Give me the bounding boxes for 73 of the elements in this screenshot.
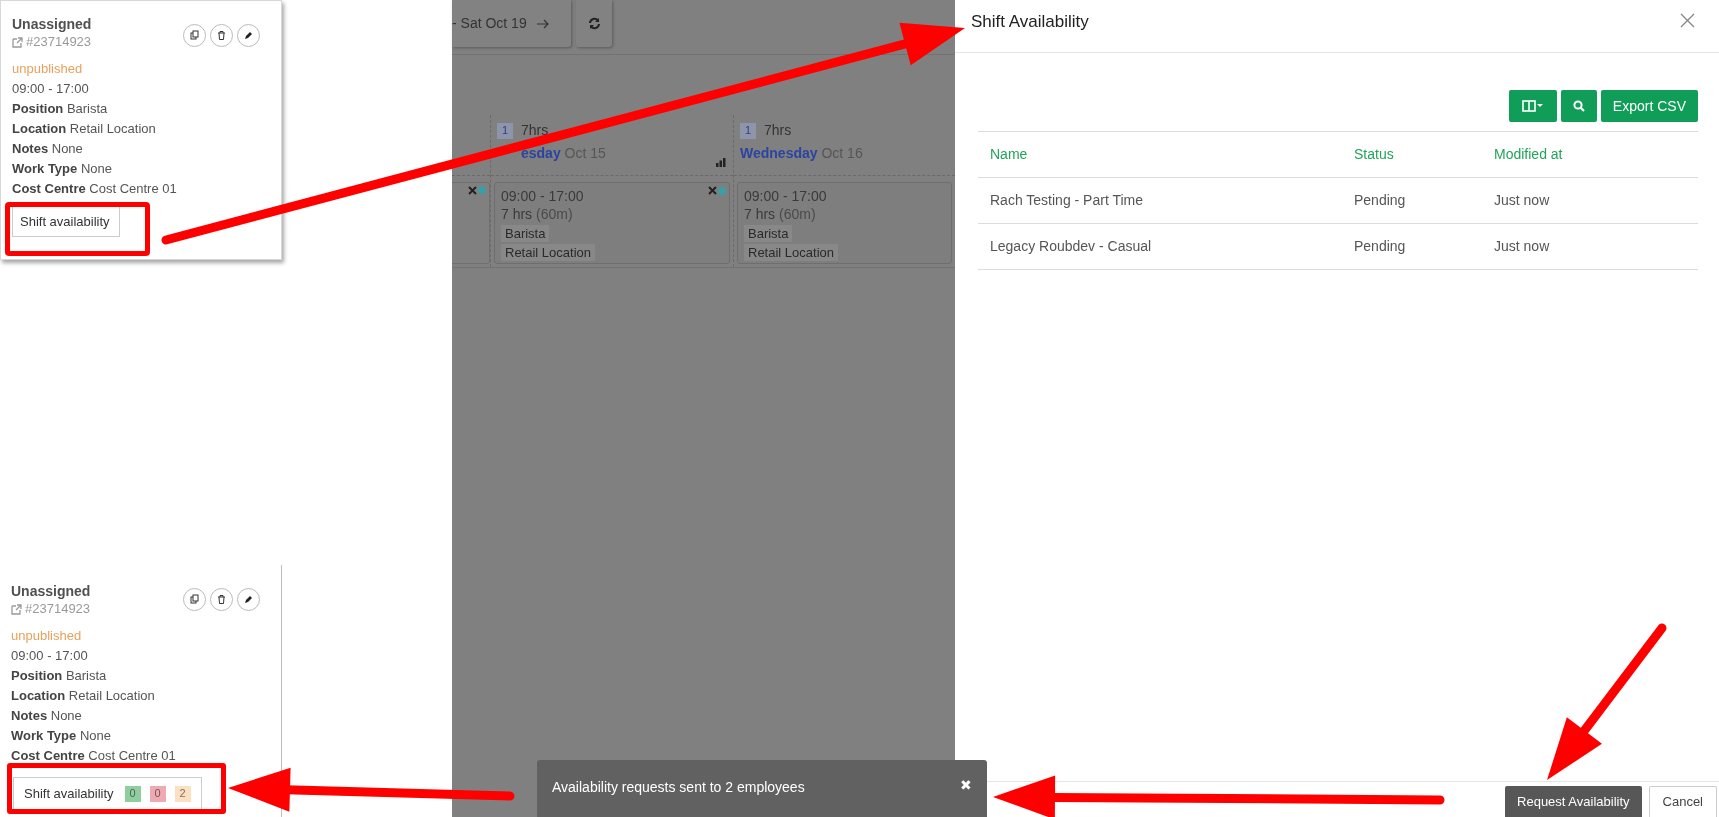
pencil-icon: [243, 594, 254, 605]
refresh-icon: [587, 17, 601, 30]
pencil-icon: [243, 30, 254, 41]
column-header: Status: [1354, 145, 1395, 164]
detail-line: Work Type None: [11, 727, 111, 745]
hours-text: 7hrs: [764, 121, 792, 140]
table-cell-text: Pending: [1354, 191, 1407, 210]
export-csv-button[interactable]: Export CSV: [1600, 90, 1698, 122]
table-cell-text: Rach Testing - Part Time: [990, 191, 1145, 210]
copy-button[interactable]: [183, 588, 206, 611]
copy-button[interactable]: [183, 24, 206, 47]
expand-icon: [708, 186, 717, 195]
count-badge: 1: [497, 122, 513, 139]
detail-line: Location Retail Location: [11, 687, 155, 705]
copy-icon: [189, 594, 200, 605]
count-badge: 1: [740, 122, 756, 139]
cancel-button[interactable]: Cancel: [1648, 786, 1717, 817]
date-range-button[interactable]: - Sat Oct 19: [452, 0, 571, 47]
publish-status: unpublished: [11, 627, 82, 645]
detail-line: Location Retail Location: [12, 120, 156, 138]
edit-button[interactable]: [237, 24, 260, 47]
table-cell-text: Legacy Roubdev - Casual: [990, 237, 1153, 256]
external-link-icon: [11, 603, 22, 615]
count-badge: 0: [149, 785, 166, 802]
shift-availability-button[interactable]: Shift availability 0 0 2: [13, 777, 202, 810]
copy-icon: [189, 30, 200, 41]
expand-icon: [468, 186, 477, 195]
toast-message: Availability requests sent to 2 employees: [552, 778, 805, 797]
external-link-icon: [12, 36, 23, 48]
detail-line: Position Barista: [12, 100, 108, 118]
close-icon: [1680, 13, 1695, 28]
detail-line: Cost Centre Cost Centre 01: [12, 180, 177, 198]
search-button[interactable]: [1560, 90, 1597, 122]
column-header: Name: [990, 145, 1029, 164]
publish-status: unpublished: [12, 60, 83, 78]
bar-chart-icon: [716, 158, 726, 167]
shift-tag: Barista: [501, 225, 550, 242]
shift-time: 09:00 - 17:00: [12, 80, 89, 98]
arrow-right-icon: [536, 18, 549, 29]
shift-tag: Retail Location: [501, 244, 595, 261]
table-cell-text: Pending: [1354, 237, 1407, 256]
column-header: Modified at: [1494, 145, 1564, 164]
search-icon: [1572, 100, 1585, 112]
columns-icon: [1521, 100, 1544, 112]
count-badge: 0: [124, 785, 141, 802]
table-cell-text: Just now: [1494, 237, 1551, 256]
refresh-button[interactable]: [576, 0, 612, 47]
trash-icon: [216, 594, 227, 605]
hours-text: 7hrs: [521, 121, 549, 140]
detail-line: Notes None: [12, 140, 83, 158]
detail-line: Position Barista: [11, 667, 107, 685]
shift-time: 09:00 - 17:00: [11, 647, 88, 665]
toast-close-button[interactable]: ✖: [960, 777, 972, 793]
columns-button[interactable]: [1508, 90, 1557, 122]
shift-availability-button[interactable]: Shift availability: [12, 206, 120, 237]
request-availability-button[interactable]: Request Availability: [1505, 786, 1642, 817]
shift-tag: Retail Location: [744, 244, 838, 261]
detail-line: Cost Centre Cost Centre 01: [11, 747, 176, 765]
edit-button[interactable]: [237, 588, 260, 611]
panel-title: Shift Availability: [971, 11, 1089, 33]
shift-tag: Barista: [744, 225, 793, 242]
shift-time: 09:00 - 17:00: [744, 187, 827, 205]
table-cell-text: Just now: [1494, 191, 1551, 210]
close-button[interactable]: [1680, 13, 1695, 28]
popup-title: Unassigned: [12, 15, 92, 33]
detail-line: Notes None: [11, 707, 82, 725]
trash-icon: [216, 30, 227, 41]
shift-time: 09:00 - 17:00: [501, 187, 584, 205]
delete-button[interactable]: [210, 24, 233, 47]
delete-button[interactable]: [210, 588, 233, 611]
popup-title: Unassigned: [11, 582, 91, 600]
count-badge: 2: [174, 785, 191, 802]
detail-line: Work Type None: [12, 160, 112, 178]
